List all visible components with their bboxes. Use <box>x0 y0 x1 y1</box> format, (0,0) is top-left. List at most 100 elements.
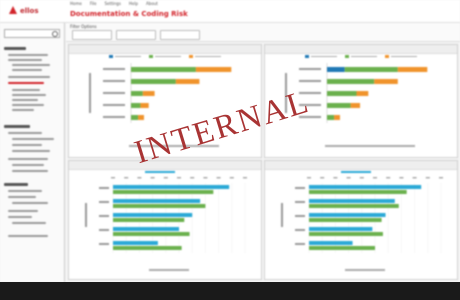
bar <box>140 103 149 108</box>
sidebar-section-1[interactable] <box>4 47 26 50</box>
bar <box>309 213 386 217</box>
tick-label <box>111 177 115 179</box>
tick-label <box>359 177 364 179</box>
category-label <box>295 215 305 217</box>
tick-label <box>137 177 142 179</box>
sidebar-item[interactable] <box>12 150 50 152</box>
sidebar-item[interactable] <box>12 222 46 224</box>
category-label <box>99 201 109 203</box>
y-axis-title-bar <box>281 203 283 227</box>
search-input[interactable] <box>4 29 60 38</box>
legend-label-bar <box>391 56 417 57</box>
tick-label <box>399 177 404 179</box>
bar <box>374 79 398 84</box>
sidebar-item[interactable] <box>8 132 42 134</box>
sidebar-item[interactable] <box>12 94 46 96</box>
sidebar-item[interactable] <box>8 190 42 192</box>
top-bar: ellos Home File Settings Help About Docu… <box>0 0 460 23</box>
legend-swatch <box>305 55 309 58</box>
x-axis-title-bar <box>325 145 415 147</box>
category-label <box>295 201 305 203</box>
chart-panel-4 <box>264 160 458 280</box>
category-label <box>99 215 109 217</box>
bar <box>138 115 144 120</box>
bar <box>350 103 361 108</box>
search-icon[interactable] <box>52 31 58 37</box>
bar <box>131 79 176 84</box>
sidebar-section-2[interactable] <box>4 125 30 128</box>
tick-label <box>124 177 129 179</box>
sidebar-item-active[interactable] <box>8 82 44 84</box>
category-label <box>103 104 125 106</box>
y-axis-title-bar <box>85 203 87 227</box>
sidebar-item[interactable] <box>12 99 38 101</box>
bar <box>309 185 422 189</box>
bar <box>131 115 139 120</box>
category-label <box>99 187 109 189</box>
legend-label-bar <box>115 56 141 57</box>
bar <box>327 67 345 72</box>
legend-label-bar <box>351 56 377 57</box>
bar <box>309 199 395 203</box>
bar <box>309 232 383 236</box>
category-label <box>295 243 305 245</box>
category-label <box>99 229 109 231</box>
bar <box>327 115 335 120</box>
filter-dropdown-1[interactable] <box>72 30 112 40</box>
tick-label <box>333 177 338 179</box>
sidebar-item[interactable] <box>12 170 48 172</box>
bar <box>113 213 193 217</box>
sidebar-item[interactable] <box>12 69 42 71</box>
x-axis-title-bar <box>149 269 189 271</box>
bar <box>113 241 158 245</box>
filter-bar: Filter Options <box>66 23 460 42</box>
menu-help[interactable]: Help <box>129 1 138 6</box>
sidebar-item[interactable] <box>8 59 42 61</box>
sidebar-item[interactable] <box>12 144 42 146</box>
page-title: Documentation & Coding Risk <box>70 10 188 18</box>
bar <box>195 67 232 72</box>
chart-4 <box>281 171 443 271</box>
sidebar-item[interactable] <box>12 138 54 140</box>
x-axis-title-bar <box>345 269 385 271</box>
sidebar-item[interactable] <box>8 196 36 198</box>
menu-settings[interactable]: Settings <box>105 1 121 6</box>
category-label <box>103 92 125 94</box>
bar <box>356 91 369 96</box>
bar <box>327 91 357 96</box>
tick-label <box>439 177 443 179</box>
sidebar-item[interactable] <box>12 89 40 91</box>
sidebar-item[interactable] <box>8 210 38 212</box>
sidebar-item[interactable] <box>12 164 44 166</box>
sidebar-item[interactable] <box>12 104 44 106</box>
legend-swatch <box>149 55 153 58</box>
tick-label <box>373 177 377 179</box>
tick-label <box>320 177 325 179</box>
category-label <box>103 68 125 70</box>
menu-about[interactable]: About <box>146 1 158 6</box>
category-label <box>295 229 305 231</box>
logo[interactable]: ellos <box>8 5 52 19</box>
sidebar-item[interactable] <box>12 202 48 204</box>
tick-label <box>425 177 430 179</box>
sidebar-item[interactable] <box>12 64 50 66</box>
bar <box>309 190 407 194</box>
tick-label <box>346 177 351 179</box>
filter-dropdown-3[interactable] <box>160 30 200 40</box>
sidebar-item[interactable] <box>8 76 50 78</box>
sidebar-item[interactable] <box>8 216 32 218</box>
sidebar-item[interactable] <box>8 158 48 160</box>
logo-text: ellos <box>20 7 39 15</box>
sidebar-item[interactable] <box>8 54 48 56</box>
legend-label-bar <box>195 56 221 57</box>
menu-file[interactable]: File <box>90 1 97 6</box>
sidebar-item[interactable] <box>12 109 34 111</box>
legend-label-bar <box>311 56 337 57</box>
menu-home[interactable]: Home <box>70 1 82 6</box>
sidebar-item[interactable] <box>8 235 48 237</box>
filter-dropdown-2[interactable] <box>116 30 156 40</box>
legend-swatch <box>109 55 113 58</box>
sidebar-section-3[interactable] <box>4 183 28 186</box>
category-label <box>103 116 125 118</box>
bar <box>131 91 143 96</box>
